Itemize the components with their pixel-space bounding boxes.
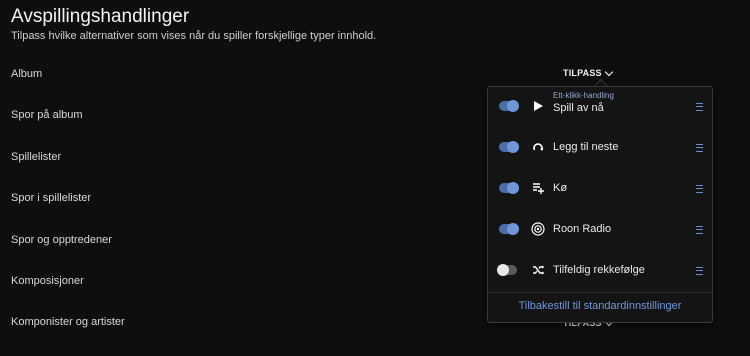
popup-item-play-next[interactable]: Legg til neste [488, 130, 712, 166]
toggle-knob [507, 141, 519, 153]
row-label-composers-artists: Komponister og artister [11, 316, 125, 328]
toggle-knob [507, 100, 519, 112]
drag-handle-icon[interactable] [696, 267, 703, 275]
toggle-play-now[interactable] [499, 100, 519, 112]
play-icon [531, 99, 545, 113]
reset-defaults-button[interactable]: Tilbakestill til standardinnstillinger [488, 300, 712, 312]
page-title: Avspillingshandlinger [11, 6, 190, 27]
shuffle-icon [531, 263, 545, 277]
popup-item-label: Roon Radio [553, 223, 612, 235]
row-label-compositions: Komposisjoner [11, 275, 84, 287]
popup-item-play-now[interactable]: Ett-klikk-handling Spill av nå [488, 89, 712, 125]
row-label-tracks-on-album: Spor på album [11, 109, 83, 121]
one-click-action-label: Ett-klikk-handling [553, 91, 614, 100]
play-next-icon [531, 140, 545, 154]
queue-add-icon [531, 181, 545, 195]
chevron-down-icon [604, 67, 613, 76]
row-label-album: Album [11, 68, 43, 80]
popup-item-label: Kø [553, 182, 568, 194]
toggle-queue[interactable] [499, 182, 519, 194]
popup-item-queue[interactable]: Kø [488, 171, 712, 207]
playback-actions-popup: Ett-klikk-handling Spill av nå Legg til … [487, 86, 713, 323]
popup-item-label: Legg til neste [553, 141, 619, 153]
radio-icon [531, 222, 545, 236]
popup-divider [488, 292, 712, 293]
popup-item-label: Tilfeldig rekkefølge [553, 264, 645, 276]
page-subtitle: Tilpass hvilke alternativer som vises nå… [11, 30, 377, 42]
toggle-play-next[interactable] [499, 141, 519, 153]
toggle-shuffle[interactable] [497, 264, 517, 276]
customize-label: TILPASS [563, 68, 602, 78]
drag-handle-icon[interactable] [696, 144, 703, 152]
row-label-tracks-performances: Spor og opptredener [11, 234, 112, 246]
customize-button-album[interactable]: TILPASS [563, 67, 613, 78]
popup-item-roon-radio[interactable]: Roon Radio [488, 212, 712, 248]
toggle-roon-radio[interactable] [499, 223, 519, 235]
drag-handle-icon[interactable] [696, 226, 703, 234]
row-label-playlist-tracks: Spor i spillelister [11, 192, 92, 204]
drag-handle-icon[interactable] [696, 185, 703, 193]
popup-item-label: Spill av nå [553, 102, 604, 114]
toggle-knob [497, 264, 509, 276]
row-label-playlists: Spillelister [11, 151, 62, 163]
popup-item-shuffle[interactable]: Tilfeldig rekkefølge [488, 253, 712, 289]
drag-handle-icon[interactable] [696, 103, 703, 111]
toggle-knob [507, 182, 519, 194]
toggle-knob [507, 223, 519, 235]
